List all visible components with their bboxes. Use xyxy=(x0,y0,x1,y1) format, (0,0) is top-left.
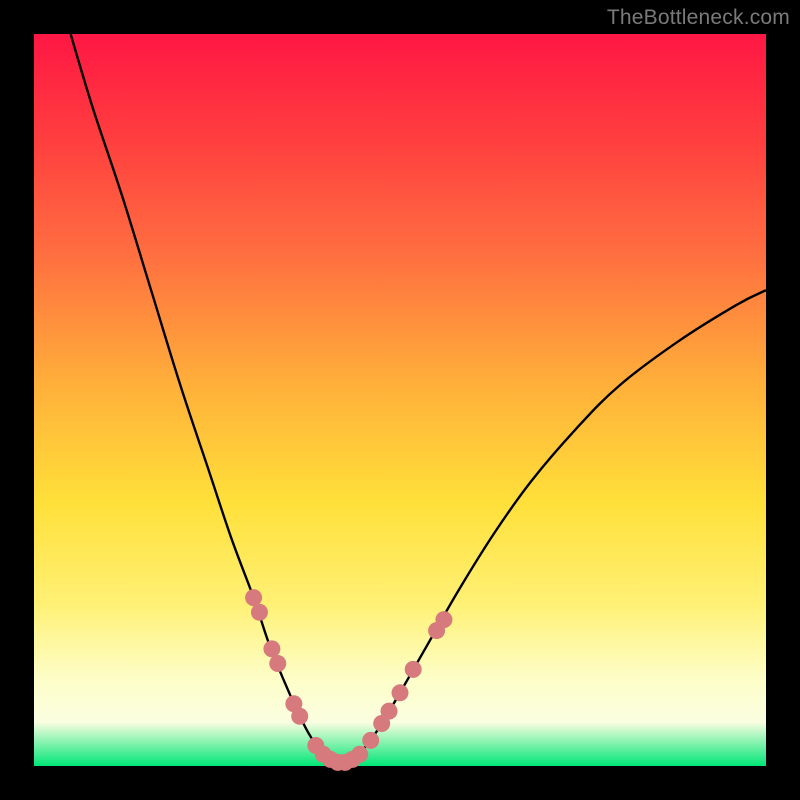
bottleneck-curve xyxy=(71,34,766,763)
marker-dot xyxy=(351,746,368,763)
chart-curve-layer xyxy=(34,34,766,766)
watermark: TheBottleneck.com xyxy=(607,6,790,30)
marker-dot xyxy=(405,661,422,678)
plot-area xyxy=(34,34,766,766)
marker-dot xyxy=(362,732,379,749)
marker-dot xyxy=(435,611,452,628)
marker-dot xyxy=(245,589,262,606)
marker-group xyxy=(245,589,452,771)
marker-dot xyxy=(392,684,409,701)
marker-dot xyxy=(381,703,398,720)
marker-dot xyxy=(291,708,308,725)
marker-dot xyxy=(251,604,268,621)
marker-dot xyxy=(263,640,280,657)
marker-dot xyxy=(269,655,286,672)
